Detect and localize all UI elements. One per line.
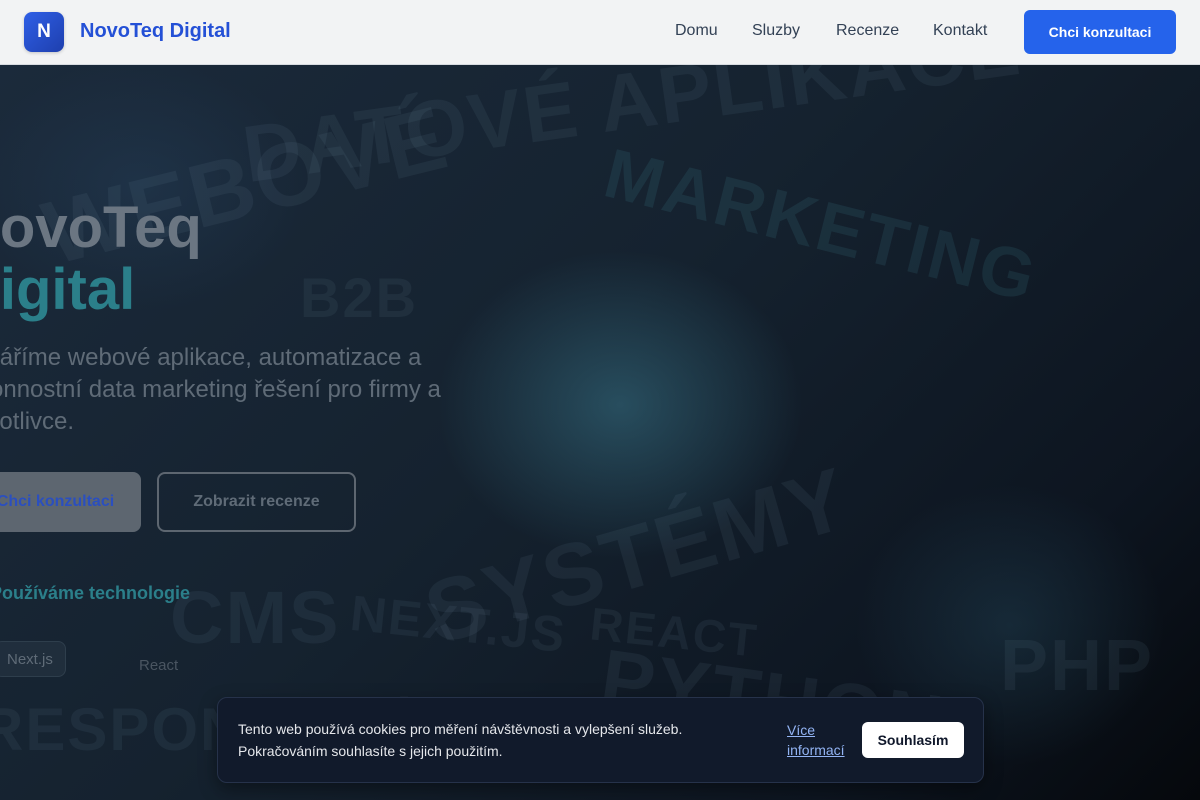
tech-chip-react: React [139, 656, 179, 674]
hero-section: DATOVÉ APLIKACE WEBOVÉ MARKETING B2B SYS… [0, 65, 1200, 800]
show-reviews-button[interactable]: Zobrazit recenze [157, 472, 356, 532]
nav-link-contact[interactable]: Kontakt [933, 22, 987, 40]
bg-word: CMS [170, 576, 341, 659]
site-header: N NovoTeq Digital Domu Sluzby Recenze Ko… [0, 0, 1200, 65]
tech-chip-nextjs: Next.js [0, 641, 66, 677]
bg-word: PHP [1000, 626, 1155, 706]
hero-title-line1: NovoTeq [0, 195, 202, 260]
cookie-text: Tento web používá cookies pro měření náv… [238, 721, 683, 759]
nav-link-services[interactable]: Sluzby [752, 22, 800, 40]
brand-name[interactable]: NovoTeq Digital [80, 20, 231, 43]
bg-word: MARKETING [597, 133, 1045, 317]
nav-link-home[interactable]: Domu [675, 22, 718, 40]
logo-badge[interactable]: N [24, 12, 64, 52]
cookie-more-info-link[interactable]: Více informací [787, 720, 857, 760]
hero-title-line2: Digital [0, 257, 136, 322]
tech-heading: Používáme technologie [0, 583, 191, 603]
cookie-accept-button[interactable]: Souhlasím [862, 722, 964, 758]
consultation-button[interactable]: Chci konzultaci [1024, 10, 1176, 54]
bg-word: B2B [300, 266, 419, 329]
cookie-banner: Tento web používá cookies pro měření náv… [217, 697, 984, 783]
hero-consultation-button[interactable]: Chci konzultaci [0, 472, 141, 532]
hero-subtitle: Vytváříme webové aplikace, automatizace … [0, 344, 441, 435]
nav-link-reviews[interactable]: Recenze [836, 22, 899, 40]
hero-title: NovoTeq Digital [0, 197, 202, 321]
